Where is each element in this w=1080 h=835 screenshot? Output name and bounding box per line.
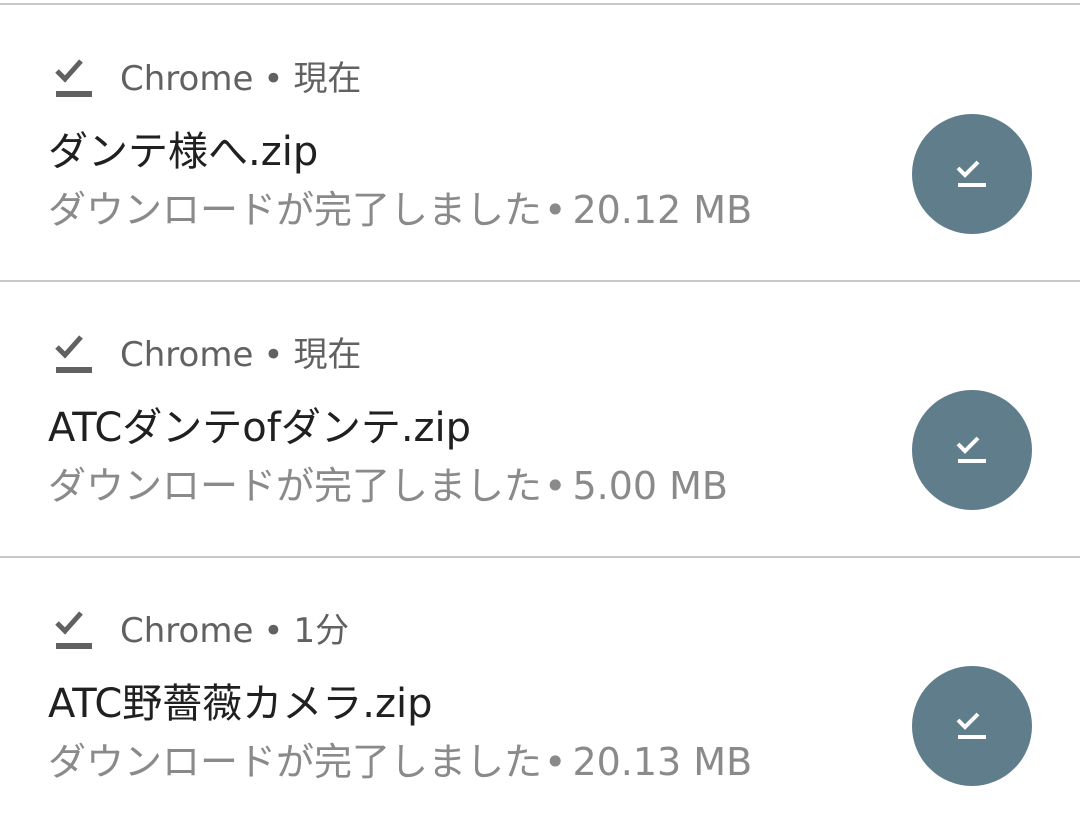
open-download-button[interactable] xyxy=(912,114,1032,234)
header-separator: • xyxy=(263,335,284,375)
status-text: ダウンロードが完了しました xyxy=(48,464,543,508)
download-status: ダウンロードが完了しました• 20.12 MB xyxy=(48,184,752,236)
app-name: Chrome xyxy=(120,335,254,375)
notification-header: Chrome • 1分 xyxy=(52,606,349,656)
status-separator: • xyxy=(544,464,567,508)
app-name: Chrome xyxy=(120,611,254,651)
file-size: 20.13 MB xyxy=(572,740,753,784)
download-done-icon xyxy=(956,160,986,187)
download-done-icon xyxy=(52,57,96,101)
notification-time: 現在 xyxy=(293,335,362,375)
open-download-button[interactable] xyxy=(912,666,1032,786)
notification-time: 1分 xyxy=(293,611,350,651)
download-status: ダウンロードが完了しました• 5.00 MB xyxy=(48,460,728,512)
download-status: ダウンロードが完了しました• 20.13 MB xyxy=(48,736,752,788)
file-size: 20.12 MB xyxy=(572,188,753,232)
file-name: ATC野薔薇カメラ.zip xyxy=(48,681,433,727)
notification-time: 現在 xyxy=(293,59,362,99)
notification-list: Chrome • 現在 ダンテ様へ.zip ダウンロードが完了しました• 20.1… xyxy=(0,6,1080,834)
status-separator: • xyxy=(544,740,567,784)
header-separator: • xyxy=(263,59,284,99)
file-name: ATCダンテofダンテ.zip xyxy=(48,405,472,451)
status-text: ダウンロードが完了しました xyxy=(48,188,543,232)
download-done-icon xyxy=(956,712,986,739)
notification-header: Chrome • 現在 xyxy=(52,54,361,104)
open-download-button[interactable] xyxy=(912,390,1032,510)
app-name: Chrome xyxy=(120,59,254,99)
download-done-icon xyxy=(52,333,96,377)
file-name: ダンテ様へ.zip xyxy=(48,129,319,175)
download-done-icon xyxy=(52,609,96,653)
top-divider xyxy=(0,0,1080,5)
status-separator: • xyxy=(544,188,567,232)
header-separator: • xyxy=(263,611,284,651)
notification-header: Chrome • 現在 xyxy=(52,330,361,380)
status-text: ダウンロードが完了しました xyxy=(48,740,543,784)
download-done-icon xyxy=(956,436,986,463)
download-notification[interactable]: Chrome • 1分 ATC野薔薇カメラ.zip ダウンロードが完了しました•… xyxy=(0,558,1080,834)
download-notification[interactable]: Chrome • 現在 ダンテ様へ.zip ダウンロードが完了しました• 20.1… xyxy=(0,6,1080,282)
file-size: 5.00 MB xyxy=(572,464,728,508)
download-notification[interactable]: Chrome • 現在 ATCダンテofダンテ.zip ダウンロードが完了しまし… xyxy=(0,282,1080,558)
